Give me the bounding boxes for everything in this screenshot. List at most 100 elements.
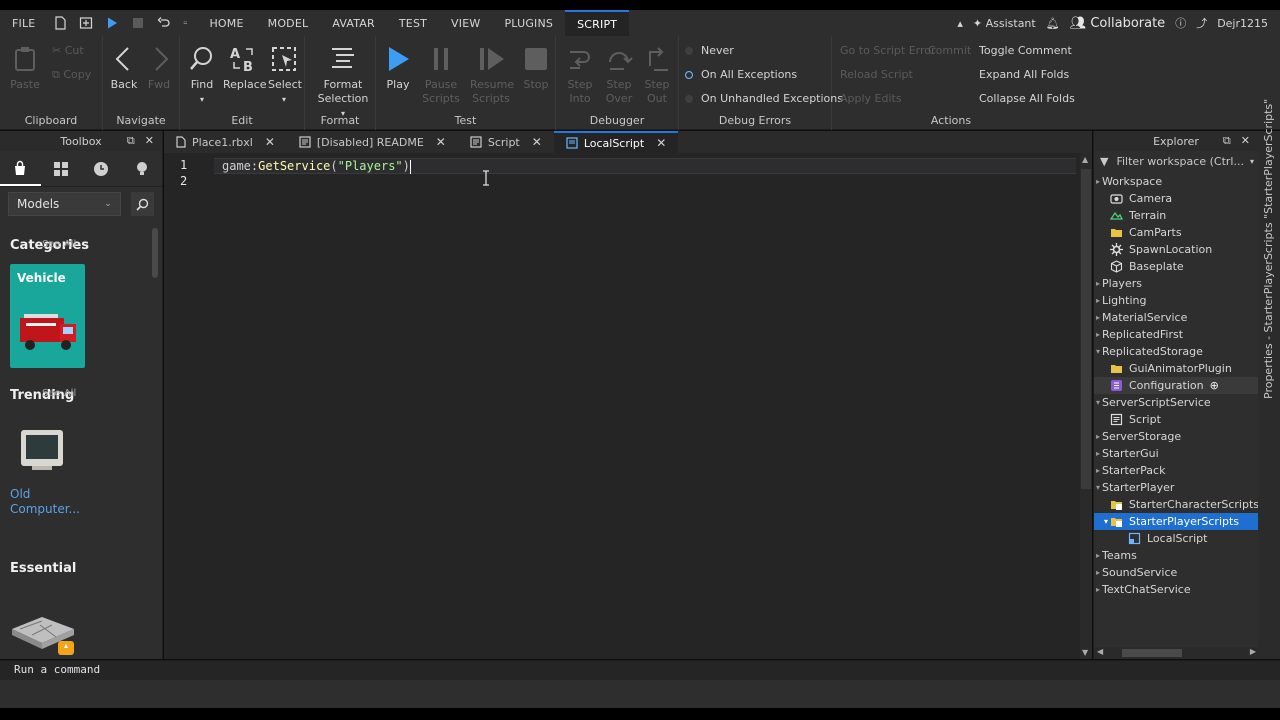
tree-node-materialservice[interactable]: ▸ MaterialService xyxy=(1094,309,1259,326)
reload-script-button[interactable]: Reload Script xyxy=(840,68,913,81)
tree-node-serverstorage[interactable]: ▸ ServerStorage xyxy=(1094,428,1259,445)
tab-script[interactable]: SCRIPT xyxy=(565,10,630,36)
back-button[interactable]: Back xyxy=(109,44,139,92)
expand-arrow-icon[interactable]: ▸ xyxy=(1094,466,1102,475)
expand-all-folds-button[interactable]: Expand All Folds xyxy=(979,68,1069,81)
close-tab-icon[interactable]: ✕ xyxy=(656,136,666,150)
scroll-down-icon[interactable]: ▼ xyxy=(1082,648,1088,657)
tree-node-guianimatorplugin[interactable]: GuiAnimatorPlugin xyxy=(1094,360,1259,377)
tree-node-workspace[interactable]: ▸ Workspace xyxy=(1094,173,1259,190)
code-line-1[interactable]: game:GetService("Players") xyxy=(222,158,411,174)
essential-item-card[interactable] xyxy=(10,587,85,659)
tab-avatar[interactable]: AVATAR xyxy=(320,10,387,36)
tree-node-soundservice[interactable]: ▸ SoundService xyxy=(1094,564,1259,581)
find-button[interactable]: Find ▾ xyxy=(186,44,218,107)
tree-node-script[interactable]: Script xyxy=(1094,411,1259,428)
tab-script[interactable]: Script ✕ xyxy=(458,131,554,153)
username[interactable]: Dejr1215 xyxy=(1217,17,1268,30)
play-quick-icon[interactable] xyxy=(105,16,119,30)
tree-node-lighting[interactable]: ▸ Lighting xyxy=(1094,292,1259,309)
scroll-up-icon[interactable]: ▲ xyxy=(1082,155,1088,164)
tab-recent[interactable] xyxy=(81,151,122,186)
radio-on-all-exceptions[interactable]: On All Exceptions xyxy=(685,68,797,81)
tab-model[interactable]: MODEL xyxy=(256,10,321,36)
editor-scroll-thumb[interactable] xyxy=(1081,169,1091,489)
expand-arrow-icon[interactable]: ▾ xyxy=(1094,347,1102,356)
tree-node-starterpack[interactable]: ▸ StarterPack xyxy=(1094,462,1259,479)
explorer-filter[interactable]: ▼ Filter workspace (Ctrl... ▾ xyxy=(1094,151,1258,171)
pause-scripts-button[interactable]: Pause Scripts xyxy=(422,44,460,106)
assistant-button[interactable]: ✦ Assistant xyxy=(973,17,1036,30)
tree-node-starterplayer[interactable]: ▾ StarterPlayer xyxy=(1094,479,1259,496)
expand-arrow-icon[interactable]: ▾ xyxy=(1094,398,1102,407)
toolbox-search-button[interactable] xyxy=(130,192,154,216)
toolbox-scrollbar[interactable] xyxy=(152,228,158,278)
explorer-scroll-thumb[interactable] xyxy=(1122,649,1182,657)
step-into-button[interactable]: Step Into xyxy=(564,44,596,106)
play-button[interactable]: Play xyxy=(382,44,414,92)
chevron-up-icon[interactable]: ▴ xyxy=(957,17,963,30)
replace-button[interactable]: AB Replace xyxy=(223,44,267,92)
collapse-all-folds-button[interactable]: Collapse All Folds xyxy=(979,92,1075,105)
copy-button[interactable]: ⧉ Copy xyxy=(52,68,91,82)
tab-localscript[interactable]: LocalScript ✕ xyxy=(553,131,679,153)
tree-node-configuration[interactable]: Configuration ⊕ xyxy=(1094,377,1259,394)
close-icon[interactable]: ✕ xyxy=(1241,134,1250,148)
tree-node-startercharacterscripts[interactable]: StarterCharacterScripts xyxy=(1094,496,1259,513)
paste-button[interactable]: Paste xyxy=(8,44,42,92)
apply-edits-button[interactable]: Apply Edits xyxy=(840,92,902,105)
expand-arrow-icon[interactable]: ▸ xyxy=(1094,296,1102,305)
goto-script-error-button[interactable]: Go to Script Error xyxy=(840,44,936,57)
old-computer-card[interactable] xyxy=(10,413,85,485)
resume-scripts-button[interactable]: Resume Scripts xyxy=(470,44,514,106)
tab-plugins[interactable]: PLUGINS xyxy=(492,10,565,36)
tab-home[interactable]: HOME xyxy=(197,10,255,36)
script-editor[interactable]: 1 2 game:GetService("Players") ▲ ▼ xyxy=(164,153,1092,659)
step-over-button[interactable]: Step Over xyxy=(603,44,635,106)
open-icon[interactable] xyxy=(79,16,93,30)
expand-arrow-icon[interactable]: ▸ xyxy=(1094,279,1102,288)
help-icon[interactable]: ⓘ xyxy=(1175,15,1186,31)
see-all-trending-link[interactable]: See All xyxy=(42,388,76,399)
radio-on-unhandled[interactable]: On Unhandled Exceptions xyxy=(685,92,843,105)
tab-creations[interactable] xyxy=(122,151,163,186)
tab-inventory[interactable] xyxy=(41,151,82,186)
tree-node-spawnlocation[interactable]: SpawnLocation xyxy=(1094,241,1259,258)
expand-arrow-icon[interactable]: ▸ xyxy=(1094,177,1102,186)
cut-button[interactable]: ✂ Cut xyxy=(52,44,84,57)
tree-node-replicatedfirst[interactable]: ▸ ReplicatedFirst xyxy=(1094,326,1259,343)
forward-button[interactable]: Fwd xyxy=(145,44,173,92)
stop-button[interactable]: Stop xyxy=(520,44,552,92)
tree-node-players[interactable]: ▸ Players xyxy=(1094,275,1259,292)
tree-node-textchatservice[interactable]: ▸ TextChatService xyxy=(1094,581,1259,598)
tree-node-localscript[interactable]: LocalScript xyxy=(1094,530,1259,547)
notifications-icon[interactable]: 🔔︎ xyxy=(1046,17,1060,30)
old-computer-label[interactable]: Old Computer... xyxy=(10,487,80,517)
select-button[interactable]: Select ▾ xyxy=(268,44,302,107)
tree-node-camparts[interactable]: CamParts xyxy=(1094,224,1259,241)
popout-icon[interactable]: ⧉ xyxy=(1223,134,1231,148)
expand-arrow-icon[interactable]: ▾ xyxy=(1094,483,1102,492)
expand-arrow-icon[interactable]: ▸ xyxy=(1094,313,1102,322)
tab-readme[interactable]: [Disabled] README ✕ xyxy=(287,131,458,153)
undo-icon[interactable] xyxy=(157,16,171,30)
close-tab-icon[interactable]: ✕ xyxy=(532,135,542,149)
tree-node-startergui[interactable]: ▸ StarterGui xyxy=(1094,445,1259,462)
tree-node-baseplate[interactable]: Baseplate xyxy=(1094,258,1259,275)
scroll-right-icon[interactable]: ▶ xyxy=(1250,647,1256,656)
see-all-categories-link[interactable]: See All xyxy=(42,239,76,250)
tab-place1[interactable]: Place1.rbxl ✕ xyxy=(164,131,287,153)
tab-view[interactable]: VIEW xyxy=(439,10,492,36)
tree-node-replicatedstorage[interactable]: ▾ ReplicatedStorage xyxy=(1094,343,1259,360)
step-out-button[interactable]: Step Out xyxy=(642,44,672,106)
properties-collapsed-tab[interactable]: Properties - StarterPlayerScripts "Start… xyxy=(1258,99,1280,675)
tab-marketplace[interactable] xyxy=(0,151,41,186)
toggle-comment-button[interactable]: Toggle Comment xyxy=(979,44,1072,57)
close-tab-icon[interactable]: ✕ xyxy=(265,135,275,149)
expand-arrow-icon[interactable]: ▸ xyxy=(1094,585,1102,594)
expand-arrow-icon[interactable]: ▸ xyxy=(1094,330,1102,339)
vehicle-category-card[interactable]: Vehicle xyxy=(10,264,85,368)
collaborate-button[interactable]: 👥︎ Collaborate xyxy=(1070,16,1165,31)
expand-arrow-icon[interactable]: ▸ xyxy=(1094,432,1102,441)
stop-quick-icon[interactable] xyxy=(131,16,145,30)
